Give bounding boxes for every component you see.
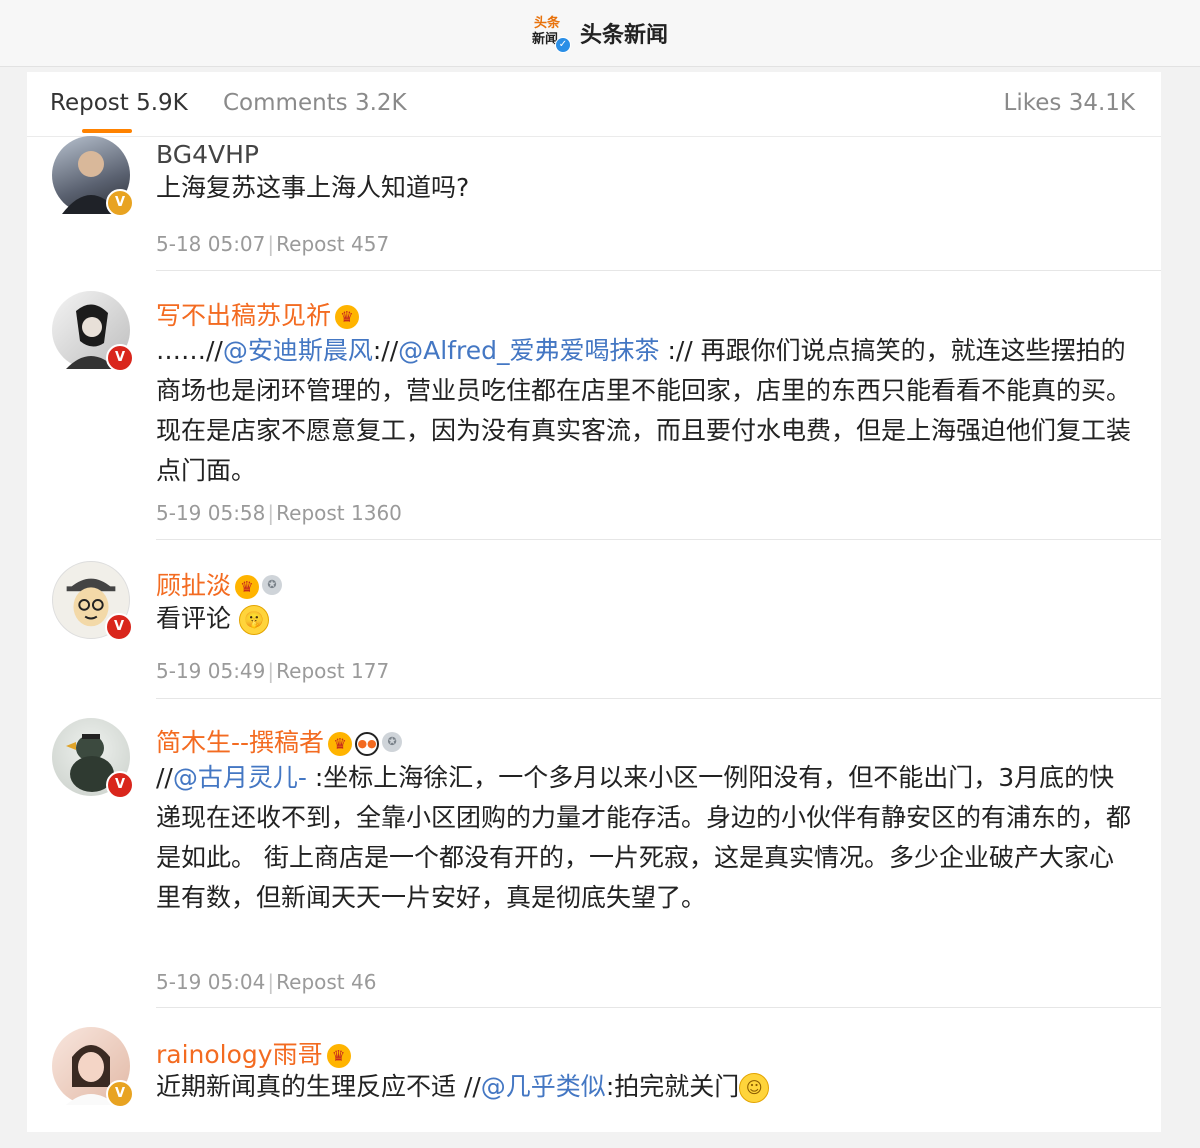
mention-link[interactable]: @Alfred_爱弗爱喝抹茶 [398, 336, 659, 365]
tab-likes[interactable]: Likes 34.1K [1004, 90, 1135, 116]
tab-comments[interactable]: Comments 3.2K [223, 90, 407, 116]
repost-meta: 5-19 05:49 | Repost 177 [156, 659, 390, 683]
avatar[interactable]: V [52, 291, 134, 372]
tab-bar: Repost 5.9K Comments 3.2K Likes 34.1K [27, 72, 1161, 137]
repost-item: V rainology雨哥 ♛ 近期新闻真的生理反应不适 //@几乎类似:拍完就关… [27, 1007, 1161, 1132]
repost-text: ……//@安迪斯晨风://@Alfred_爱弗爱喝抹茶 :// 再跟你们说点搞笑… [156, 336, 1132, 485]
avatar[interactable]: V [52, 718, 134, 799]
timestamp: 5-18 05:07 [156, 232, 266, 256]
repost-text: 看评论 🤫 [156, 599, 1131, 639]
username[interactable]: BG4VHP [156, 140, 259, 169]
timestamp: 5-19 05:49 [156, 659, 266, 683]
verified-icon: V [106, 771, 134, 799]
tab-repost[interactable]: Repost 5.9K [50, 90, 188, 116]
username[interactable]: 简木生--撰稿者 [156, 728, 324, 757]
verified-icon: V [105, 613, 133, 641]
verified-icon: ✓ [554, 37, 571, 53]
repost-text: 近期新闻真的生理反应不适 //@几乎类似:拍完就关门 ☺ [156, 1067, 1131, 1107]
repost-count[interactable]: Repost 46 [276, 970, 376, 994]
account-name: 头条新闻 [579, 23, 668, 48]
crown-icon: ♛ [326, 1044, 351, 1068]
medal-icon: ✪ [262, 575, 283, 595]
active-tab-indicator [82, 129, 132, 133]
timestamp: 5-19 05:58 [156, 501, 266, 525]
username[interactable]: 顾扯淡 [156, 571, 231, 600]
medal-icon: ✪ [382, 732, 403, 752]
repost-count[interactable]: Repost 177 [276, 659, 389, 683]
mention-link[interactable]: @几乎类似 [481, 1072, 606, 1101]
crown-icon: ♛ [328, 732, 353, 756]
timestamp: 5-19 05:04 [156, 970, 266, 994]
top-bar: 头条 新闻 ✓ 头条新闻 [0, 0, 1200, 67]
hush-emoji-icon: 🤫 [238, 605, 269, 635]
avatar[interactable]: V [52, 1027, 134, 1108]
repost-count[interactable]: Repost 1360 [276, 501, 402, 525]
verified-icon: V [106, 344, 134, 372]
avatar[interactable]: V [52, 136, 134, 217]
divider [156, 539, 1161, 540]
repost-text: 上海复苏这事上海人知道吗? [156, 173, 470, 202]
mention-link[interactable]: @安迪斯晨风 [223, 336, 373, 365]
username-row: 写不出稿苏见祈 ♛ [156, 296, 360, 332]
panda-icon: ●● [355, 732, 380, 756]
username[interactable]: rainology雨哥 [156, 1040, 323, 1069]
smile-emoji-icon: ☺ [739, 1073, 770, 1103]
username[interactable]: 写不出稿苏见祈 [156, 301, 331, 330]
repost-count[interactable]: Repost 457 [276, 232, 389, 256]
verified-icon: V [106, 1080, 134, 1108]
repost-card: Repost 5.9K Comments 3.2K Likes 34.1K V … [27, 72, 1161, 1132]
avatar[interactable]: V [52, 561, 133, 641]
crown-icon: ♛ [335, 305, 360, 329]
repost-meta: 5-19 05:58 | Repost 1360 [156, 501, 402, 525]
repost-item: V 简木生--撰稿者 ♛ ●● ✪ //@古月灵儿- :坐标上海徐汇，一个多月以来小区… [27, 698, 1161, 1008]
username-row: 顾扯淡 ♛ ✪ [156, 566, 283, 602]
mention-link[interactable]: @古月灵儿- [173, 763, 307, 792]
username-row: 简木生--撰稿者 ♛ ●● ✪ [156, 723, 403, 759]
repost-text: //@古月灵儿- :坐标上海徐汇，一个多月以来小区一例阳没有，但不能出门，3月底… [156, 763, 1132, 912]
crown-icon: ♛ [235, 575, 260, 599]
repost-meta: 5-19 05:04 | Repost 46 [156, 970, 377, 994]
username-row: rainology雨哥 ♛ [156, 1035, 351, 1071]
repost-meta: 5-18 05:07 | Repost 457 [156, 232, 390, 256]
toutiao-logo-icon: 头条 新闻 ✓ [532, 15, 571, 53]
brand[interactable]: 头条 新闻 ✓ 头条新闻 [532, 15, 668, 53]
repost-item: V 写不出稿苏见祈 ♛ ……//@安迪斯晨风://@Alfred_爱弗爱喝抹茶 :… [27, 271, 1161, 541]
repost-item: V 顾扯淡 ♛ ✪ 看评论 🤫 5-19 05:49 | Repost 177 [27, 541, 1161, 701]
verified-icon: V [106, 189, 134, 217]
